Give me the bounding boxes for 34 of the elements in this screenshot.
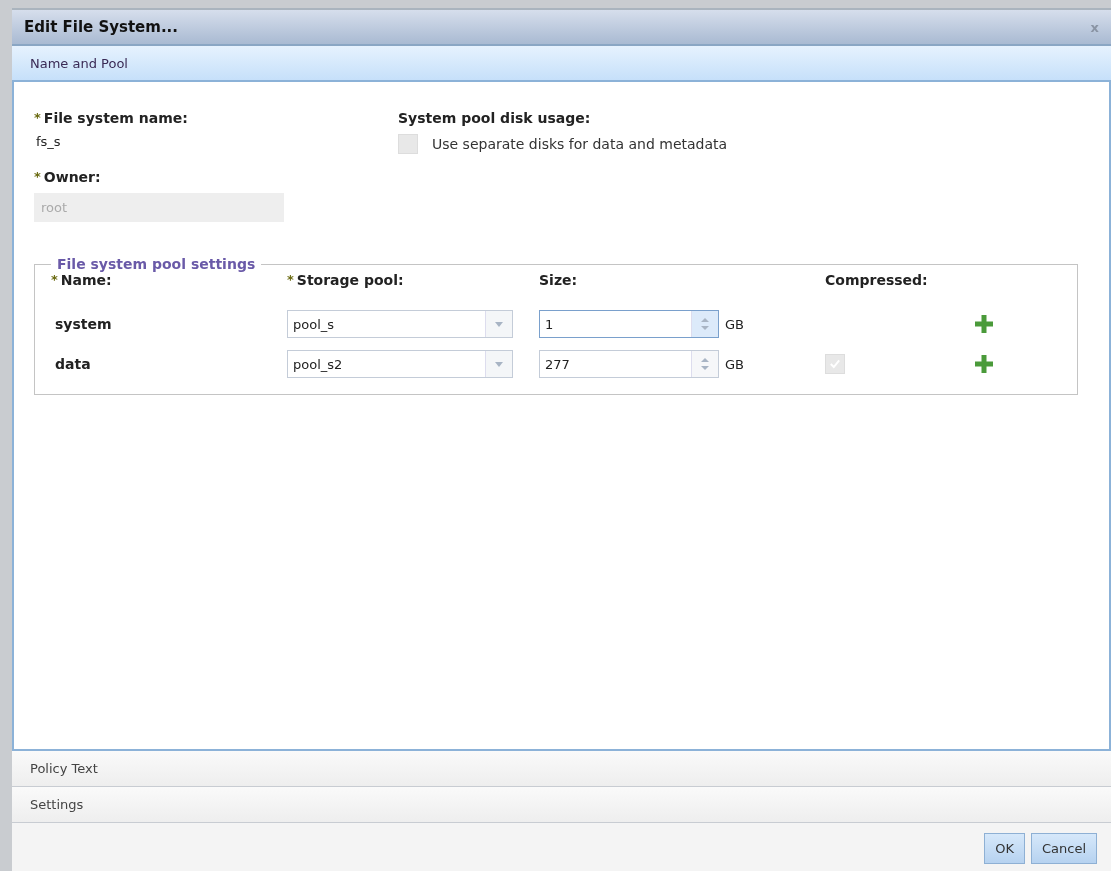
storage-pool-dropdown[interactable]: pool_s2 — [287, 350, 513, 378]
size-spinner[interactable]: 277 — [539, 350, 719, 378]
pool-name: system — [54, 316, 112, 332]
field-label: File system name: — [43, 110, 188, 126]
unit-label: GB — [725, 356, 744, 372]
required-mark: * — [34, 110, 41, 125]
ok-button[interactable]: OK — [984, 832, 1025, 864]
field-label: Owner: — [43, 169, 101, 185]
field-value: fs_s — [35, 134, 62, 149]
add-icon[interactable] — [975, 315, 993, 333]
unit-label: GB — [725, 316, 744, 332]
size-spinner[interactable]: 1 — [539, 310, 719, 338]
window-title: Edit File System... — [24, 18, 179, 36]
dropdown-arrow-icon — [495, 361, 503, 367]
add-icon[interactable] — [975, 355, 993, 373]
spinner-arrows-icon — [700, 316, 710, 332]
spinner-arrows-icon — [700, 356, 710, 372]
dropdown-arrow-icon — [495, 321, 503, 327]
required-mark: * — [287, 272, 294, 287]
column-header: Name: — [60, 272, 112, 288]
accordion-header[interactable]: Name and Pool — [12, 46, 1111, 82]
accordion-header[interactable]: Policy Text — [12, 751, 1111, 787]
field-label: System pool disk usage: — [398, 110, 591, 126]
accordion-header[interactable]: Settings — [12, 787, 1111, 823]
pool-name: data — [54, 356, 91, 372]
cancel-button[interactable]: Cancel — [1030, 832, 1097, 864]
column-header: Compressed: — [825, 272, 928, 288]
column-header: Storage pool: — [296, 272, 404, 288]
group-legend: File system pool settings — [51, 256, 262, 272]
required-mark: * — [34, 169, 41, 184]
required-mark: * — [51, 272, 58, 287]
storage-pool-dropdown[interactable]: pool_s — [287, 310, 513, 338]
checkbox-label: Use separate disks for data and metadata — [432, 136, 728, 152]
column-header: Size: — [539, 272, 578, 288]
